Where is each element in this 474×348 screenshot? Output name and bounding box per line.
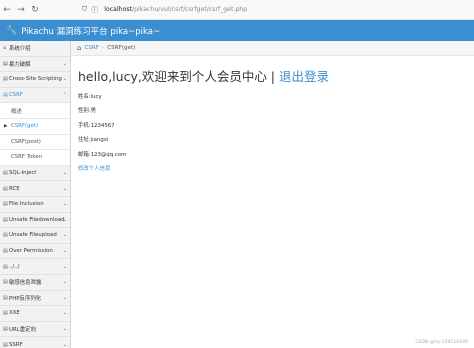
sidebar-item-label: File Inclusion (9, 201, 44, 208)
sidebar-subitem-csrf-post[interactable]: CSRF(post) (0, 134, 70, 151)
sidebar: ⌂ 系统介绍 ▤ 暴力破解 ⌄ ▤ Cross-Site Scripting ⌄ ▤ CSR… (0, 41, 71, 348)
reload-icon[interactable]: ↻ (28, 5, 42, 15)
sidebar-item-sql-inject[interactable]: ▤ SQL-Inject ⌄ (0, 166, 70, 182)
chevron-down-icon: ⌄ (62, 263, 67, 270)
sidebar-subitem-label: CSRF(post) (11, 138, 41, 145)
sidebar-item-info-leak[interactable]: ▤ 敏感信息泄露 ⌄ (0, 275, 70, 291)
sidebar-item-label: RCE (9, 185, 20, 192)
sidebar-item-label: Unsafe Filedownload (9, 216, 65, 223)
chevron-down-icon: ⌄ (62, 201, 67, 208)
sidebar-item-file-inclusion[interactable]: ▤ File Inclusion ⌄ (0, 197, 70, 213)
edit-profile-link[interactable]: 修改个人信息 (78, 164, 474, 172)
sidebar-subitem-csrf-get[interactable]: ▶ CSRF(get) (0, 118, 70, 135)
sidebar-item-label: URL重定向 (9, 326, 36, 333)
info-address: 住址:jiangxi (78, 137, 109, 143)
page-info-icon[interactable]: ⓘ (91, 5, 98, 15)
home-icon: ⌂ (77, 44, 82, 52)
back-arrow-icon[interactable]: ← (0, 5, 14, 15)
info-gender: 性别:男 (78, 108, 96, 114)
info-phone: 手机:1234567 (78, 122, 115, 129)
sidebar-item-dir-traversal[interactable]: ▤ ../../⌄ (0, 259, 70, 275)
sidebar-item-url-redirect[interactable]: ▤ URL重定向 ⌄ (0, 322, 70, 338)
sidebar-item-xss[interactable]: ▤ Cross-Site Scripting ⌄ (0, 72, 70, 88)
sidebar-item-label: Over Permission (9, 248, 53, 255)
chevron-down-icon: ⌄ (62, 279, 67, 286)
chevron-down-icon: ⌄ (62, 170, 67, 177)
sidebar-item-over-permission[interactable]: ▤ Over Permission ⌄ (0, 244, 70, 260)
browser-toolbar: ← → ↻ ⛉ ⓘ localhost/pikachu/vul/csrf/csr… (0, 0, 474, 20)
sidebar-item-label: 系统介绍 (9, 46, 31, 53)
chevron-up-icon: ⌃ (62, 92, 67, 99)
sidebar-item-csrf[interactable]: ▤ CSRF ⌃ (0, 88, 70, 104)
breadcrumb-separator: › (102, 45, 105, 51)
sidebar-item-xxe[interactable]: ▤ XXE ⌄ (0, 306, 70, 322)
sidebar-item-label: PHP反序列化 (9, 295, 42, 302)
chevron-down-icon: ⌄ (62, 76, 67, 83)
chevron-down-icon: ⌄ (62, 294, 67, 301)
caret-right-icon: ▶ (4, 123, 8, 129)
sidebar-item-label: 敏感信息泄露 (9, 280, 42, 287)
chevron-down-icon: ⌄ (62, 60, 67, 67)
sidebar-subitem-label: CSRF Token (11, 154, 43, 161)
sidebar-item-php-unserialize[interactable]: ▤ PHP反序列化 ⌄ (0, 291, 70, 307)
info-email: 邮箱:123@qq.com (78, 151, 127, 158)
sidebar-item-label: CSRF (9, 92, 24, 99)
chevron-down-icon: ⌄ (62, 185, 67, 192)
sidebar-item-intro[interactable]: ⌂ 系统介绍 (0, 41, 70, 57)
chevron-down-icon: ⌄ (62, 216, 67, 223)
forward-arrow-icon[interactable]: → (14, 5, 28, 15)
shield-icon[interactable]: ⛉ (82, 5, 87, 14)
chevron-down-icon: ⌄ (62, 341, 67, 348)
sidebar-item-unsafe-filedownload[interactable]: ▤ Unsafe Filedownload ⌄ (0, 213, 70, 229)
logout-link[interactable]: 退出登录 (279, 69, 329, 84)
breadcrumb-current: CSRF(get) (107, 45, 136, 51)
sidebar-subitem-label: 概述 (11, 108, 22, 115)
sidebar-item-unsafe-fileupload[interactable]: ▤ Unsafe Fileupload ⌄ (0, 228, 70, 244)
sidebar-item-rce[interactable]: ▤ RCE ⌄ (0, 181, 70, 197)
breadcrumb-parent[interactable]: CSRF (84, 45, 99, 51)
chevron-down-icon: ⌄ (62, 325, 67, 332)
welcome-heading: hello,lucy,欢迎来到个人会员中心 | 退出登录 (78, 66, 474, 85)
sidebar-item-label: XXE (9, 310, 20, 317)
sidebar-item-label: ../../ (9, 263, 20, 270)
sidebar-subitem-csrf-token[interactable]: CSRF Token (0, 150, 70, 166)
member-center: hello,lucy,欢迎来到个人会员中心 | 退出登录 姓名:lucy 性别:… (71, 56, 474, 172)
wrench-icon: 🔧 (6, 25, 18, 36)
watermark: CSDN @hy-159116140 (415, 340, 468, 345)
app-header: 🔧 Pikachu 漏洞练习平台 pika~pika~ (0, 20, 474, 41)
sidebar-subitem-overview[interactable]: 概述 (0, 103, 70, 119)
url-path: /pikachu/vul/csrf/csrfget/csrf_get.php (132, 6, 248, 13)
url-host: localhost (104, 6, 133, 13)
sidebar-item-label: Cross-Site Scripting (9, 76, 62, 83)
app-title[interactable]: Pikachu 漏洞练习平台 pika~pika~ (21, 25, 160, 37)
chevron-down-icon: ⌄ (62, 248, 67, 255)
chevron-down-icon: ⌄ (62, 310, 67, 317)
main-content: ⌂ CSRF › CSRF(get) hello,lucy,欢迎来到个人会员中心… (71, 41, 474, 348)
sidebar-item-label: SQL-Inject (9, 170, 37, 177)
chevron-down-icon: ⌄ (62, 232, 67, 239)
info-name: 姓名:lucy (78, 93, 102, 100)
sidebar-subitem-label: CSRF(get) (11, 123, 39, 130)
sidebar-item-ssrf[interactable]: ▤ SSRF ⌄ (0, 337, 70, 348)
sidebar-item-label: 暴力破解 (9, 61, 31, 68)
sidebar-item-label: Unsafe Fileupload (9, 232, 57, 239)
welcome-text: hello,lucy,欢迎来到个人会员中心 | (78, 69, 279, 84)
breadcrumb: ⌂ CSRF › CSRF(get) (71, 41, 474, 56)
sidebar-item-bruteforce[interactable]: ▤ 暴力破解 ⌄ (0, 57, 70, 73)
address-bar[interactable]: localhost/pikachu/vul/csrf/csrfget/csrf_… (104, 6, 247, 13)
sidebar-item-label: SSRF (9, 341, 23, 348)
